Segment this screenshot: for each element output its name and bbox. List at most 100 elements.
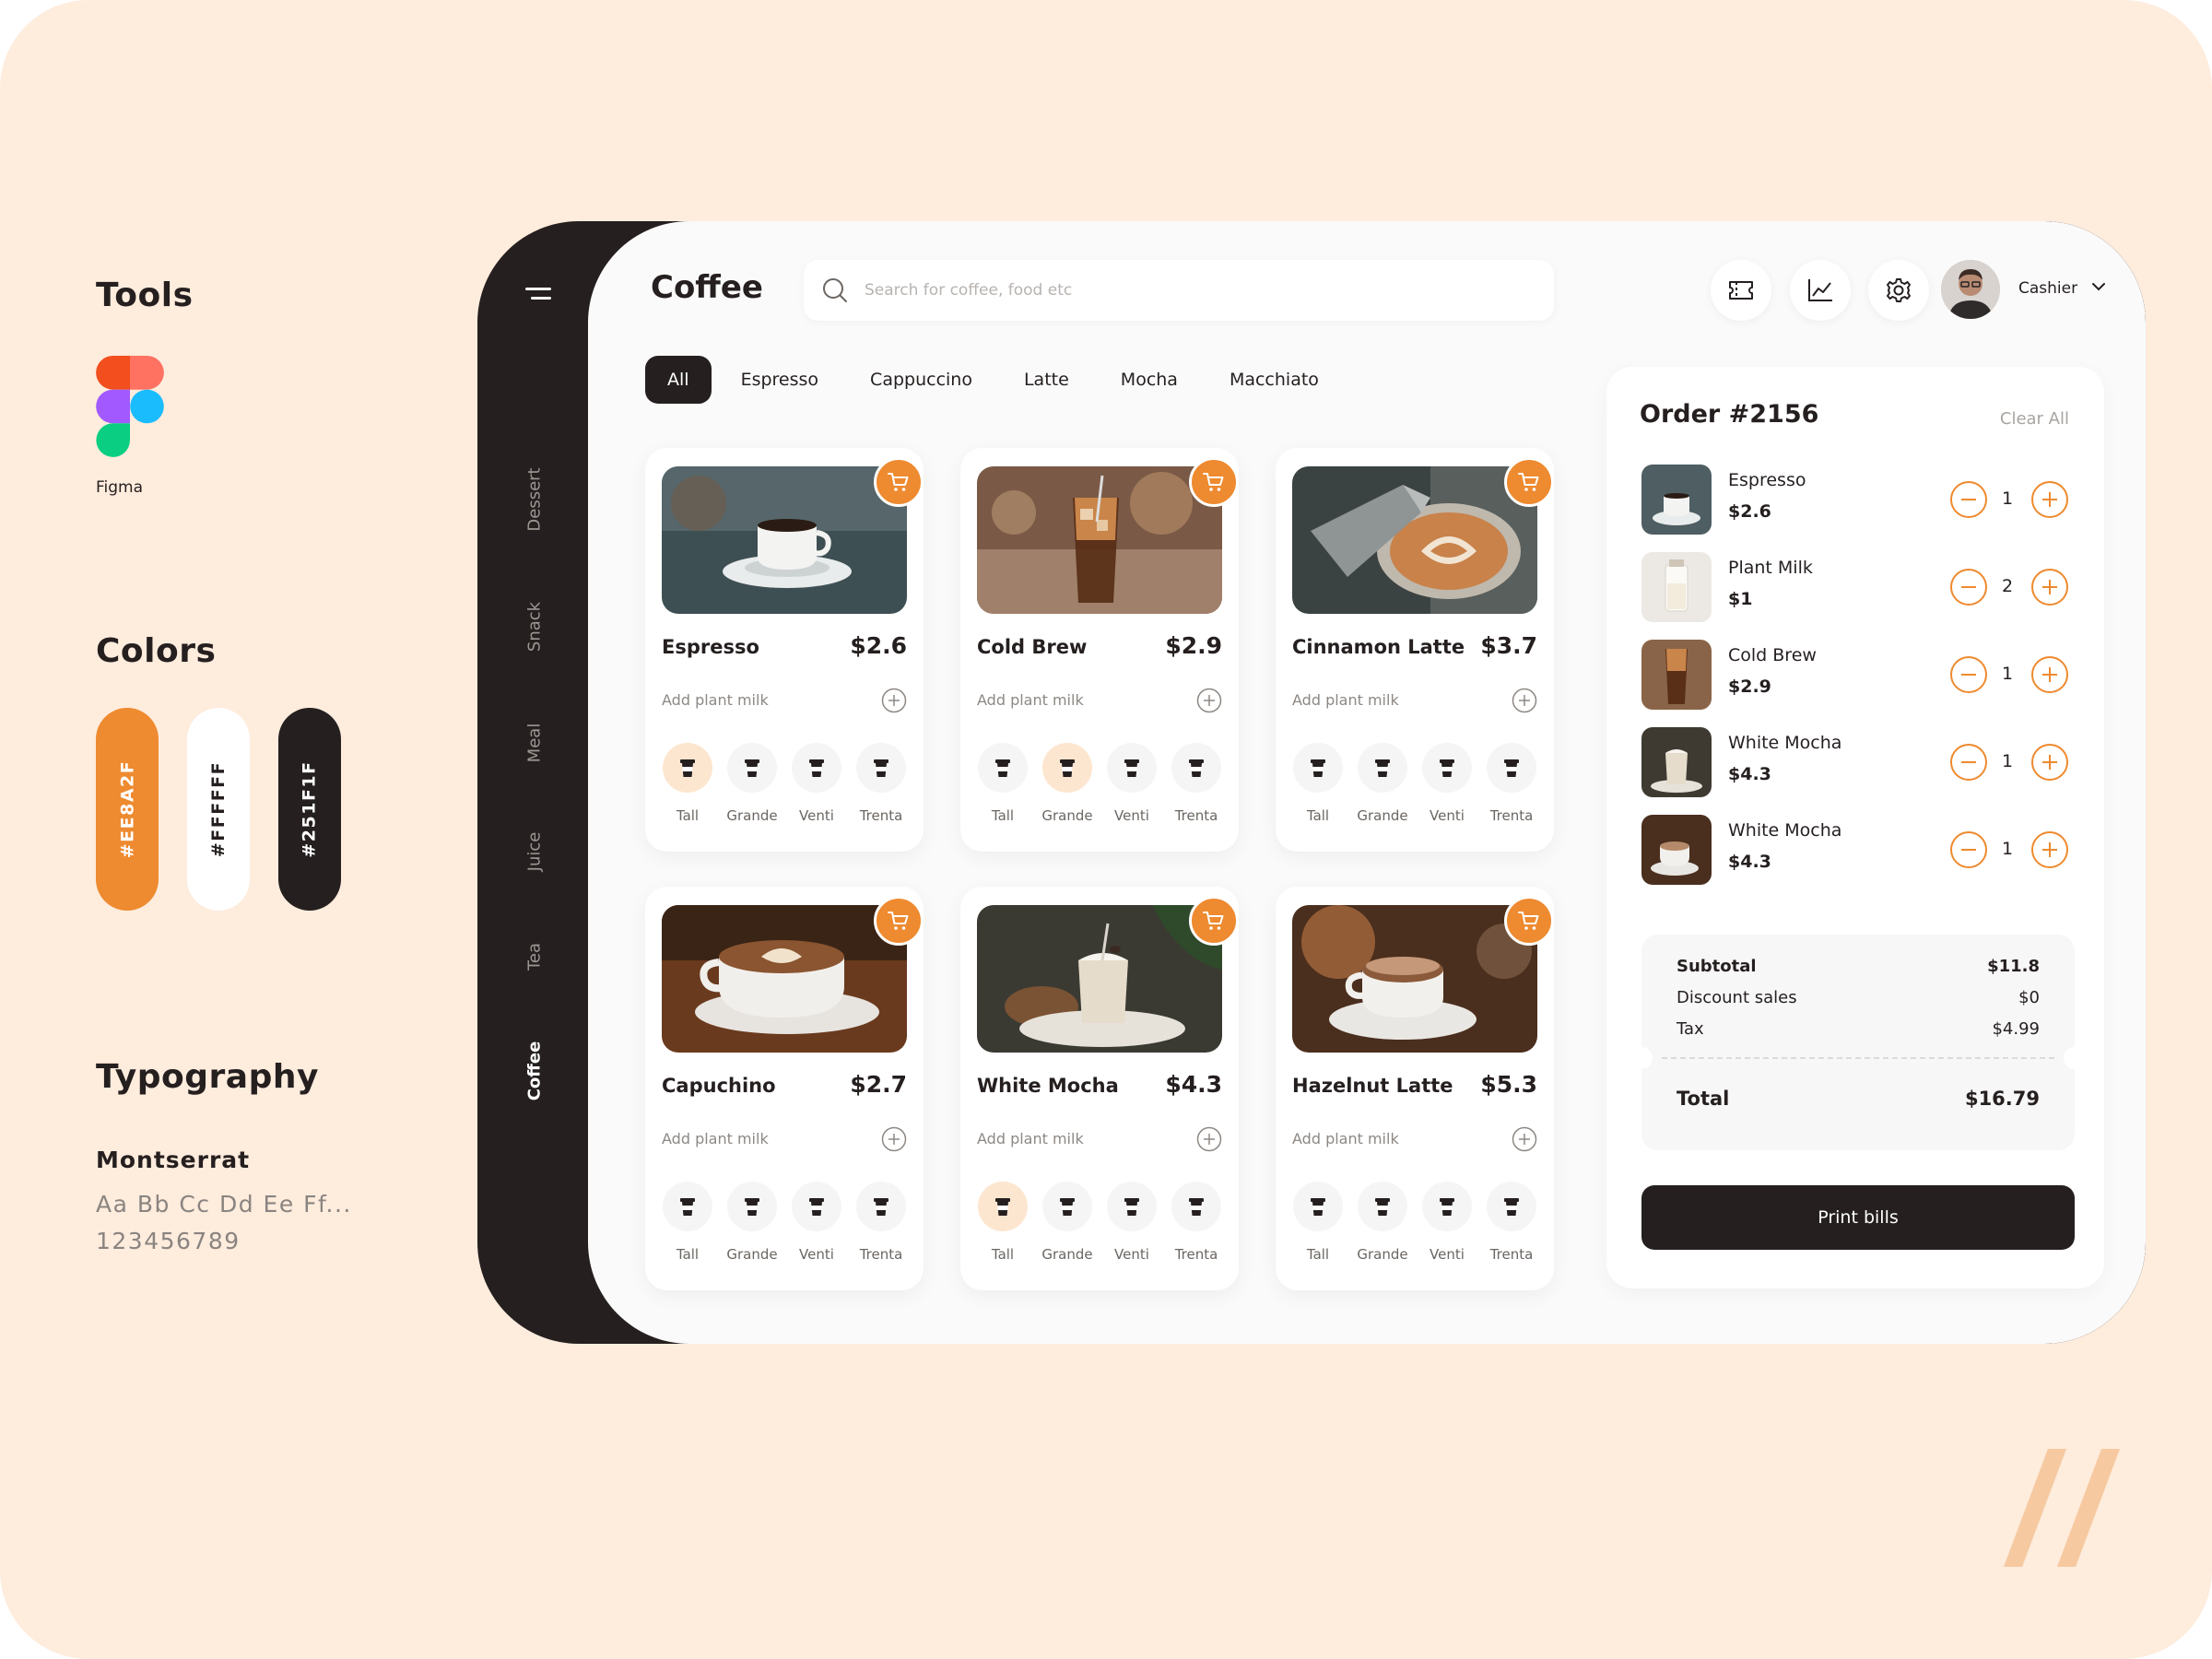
size-option[interactable]: Grande (726, 1182, 778, 1263)
size-option[interactable]: Tall (662, 743, 713, 824)
chevron-down-icon[interactable] (2090, 280, 2107, 293)
product-card[interactable]: Capuchino $2.7 Add plant milk Tall Grande… (645, 887, 924, 1290)
filter-tab-latte[interactable]: Latte (1002, 356, 1091, 404)
size-cup (663, 1182, 712, 1231)
filter-tab-all[interactable]: All (645, 356, 712, 404)
decrease-quantity-button[interactable] (1950, 569, 1987, 606)
add-plant-milk-button[interactable] (881, 688, 907, 713)
order-item-price: $2.9 (1728, 677, 1771, 697)
size-option[interactable]: Trenta (855, 1182, 907, 1263)
filter-tab-macchiato[interactable]: Macchiato (1207, 356, 1341, 404)
tax-value: $4.99 (1992, 1019, 2040, 1039)
size-label: Grande (1041, 807, 1093, 824)
product-card[interactable]: Cinnamon Latte $3.7 Add plant milk Tall G… (1276, 448, 1554, 852)
product-card[interactable]: Cold Brew $2.9 Add plant milk Tall Grande… (960, 448, 1239, 852)
add-plant-milk-button[interactable] (881, 1126, 907, 1152)
add-plant-milk-button[interactable] (1512, 1126, 1537, 1152)
increase-quantity-button[interactable] (2031, 744, 2068, 781)
add-plant-milk-label: Add plant milk (977, 1130, 1084, 1147)
plus-icon-stroke (2049, 667, 2051, 682)
size-option[interactable]: Grande (1357, 1182, 1408, 1263)
size-option[interactable]: Trenta (1171, 743, 1222, 824)
increase-quantity-button[interactable] (2031, 656, 2068, 693)
sidebar-item-coffee[interactable]: Coffee (525, 1041, 545, 1101)
size-cup (1293, 743, 1343, 793)
size-option[interactable]: Tall (1292, 1182, 1344, 1263)
size-option[interactable]: Grande (726, 743, 778, 824)
size-option[interactable]: Venti (791, 743, 842, 824)
add-plant-milk-button[interactable] (1196, 1126, 1222, 1152)
size-option[interactable]: Tall (977, 743, 1029, 824)
size-option[interactable]: Venti (1421, 743, 1473, 824)
sidebar-item-dessert[interactable]: Dessert (525, 467, 545, 531)
product-card[interactable]: Hazelnut Latte $5.3 Add plant milk Tall G… (1276, 887, 1554, 1290)
filter-tab-espresso[interactable]: Espresso (719, 356, 841, 404)
add-to-cart-button[interactable] (1504, 457, 1554, 507)
size-option[interactable]: Tall (662, 1182, 713, 1263)
increase-quantity-button[interactable] (2031, 831, 2068, 868)
size-option[interactable]: Tall (1292, 743, 1344, 824)
order-item: White Mocha $4.3 1 (1641, 815, 2075, 887)
decrease-quantity-button[interactable] (1950, 831, 1987, 868)
cup-icon (1375, 759, 1390, 777)
analytics-button[interactable] (1790, 260, 1851, 321)
add-to-cart-button[interactable] (1189, 457, 1239, 507)
product-card[interactable]: Espresso $2.6 Add plant milk Tall Grande V… (645, 448, 924, 852)
cup-icon (1504, 1198, 1519, 1216)
cart-icon (1203, 912, 1224, 930)
decrease-quantity-button[interactable] (1950, 656, 1987, 693)
settings-button[interactable] (1868, 260, 1929, 321)
add-plant-milk-button[interactable] (1196, 688, 1222, 713)
size-option[interactable]: Venti (791, 1182, 842, 1263)
search-input[interactable] (865, 260, 1528, 321)
order-item-name: Cold Brew (1728, 645, 1817, 665)
size-option[interactable]: Tall (977, 1182, 1029, 1263)
size-option[interactable]: Grande (1357, 743, 1408, 824)
size-label: Venti (799, 1246, 834, 1263)
size-option[interactable]: Venti (1106, 1182, 1158, 1263)
avatar[interactable] (1941, 260, 2000, 319)
add-to-cart-button[interactable] (1189, 896, 1239, 946)
size-option[interactable]: Grande (1041, 1182, 1093, 1263)
sidebar-item-juice[interactable]: Juice (525, 832, 545, 872)
increase-quantity-button[interactable] (2031, 569, 2068, 606)
user-role-label[interactable]: Cashier (2018, 279, 2077, 298)
size-option[interactable]: Trenta (1486, 743, 1537, 824)
size-option[interactable]: Venti (1421, 1182, 1473, 1263)
filter-tabs: All Espresso Cappuccino Latte Mocha Macc… (645, 356, 1341, 404)
print-bills-button[interactable]: Print bills (1641, 1185, 2075, 1250)
filter-tab-cappuccino[interactable]: Cappuccino (848, 356, 994, 404)
ticket-button[interactable] (1711, 260, 1771, 321)
decrease-quantity-button[interactable] (1950, 481, 1987, 518)
product-name: Capuchino (662, 1075, 776, 1097)
size-cup (1293, 1182, 1343, 1231)
add-to-cart-button[interactable] (874, 896, 924, 946)
plus-icon-stroke (2049, 842, 2051, 857)
sidebar-item-meal[interactable]: Meal (525, 724, 545, 763)
size-option[interactable]: Trenta (1171, 1182, 1222, 1263)
size-option[interactable]: Grande (1041, 743, 1093, 824)
filter-tab-mocha[interactable]: Mocha (1099, 356, 1200, 404)
decrease-quantity-button[interactable] (1950, 744, 1987, 781)
cart-icon (888, 473, 909, 491)
size-label: Grande (1357, 807, 1408, 824)
clear-all-button[interactable]: Clear All (2000, 409, 2069, 429)
product-card[interactable]: White Mocha $4.3 Add plant milk Tall Gran… (960, 887, 1239, 1290)
add-to-cart-button[interactable] (1504, 896, 1554, 946)
sidebar-item-tea[interactable]: Tea (525, 943, 545, 971)
product-image (977, 905, 1222, 1053)
cup-icon (1060, 759, 1075, 777)
add-plant-milk-button[interactable] (1512, 688, 1537, 713)
size-options: Tall Grande Venti Trenta (977, 743, 1222, 824)
order-item: White Mocha $4.3 1 (1641, 727, 2075, 799)
size-option[interactable]: Trenta (1486, 1182, 1537, 1263)
increase-quantity-button[interactable] (2031, 481, 2068, 518)
add-to-cart-button[interactable] (874, 457, 924, 507)
sidebar-item-snack[interactable]: Snack (525, 602, 545, 652)
size-option[interactable]: Trenta (855, 743, 907, 824)
minus-icon (1961, 499, 1976, 500)
subtotal-value: $11.8 (1987, 957, 2040, 976)
size-option[interactable]: Venti (1106, 743, 1158, 824)
cart-icon (1518, 912, 1539, 930)
menu-icon[interactable] (518, 286, 551, 312)
